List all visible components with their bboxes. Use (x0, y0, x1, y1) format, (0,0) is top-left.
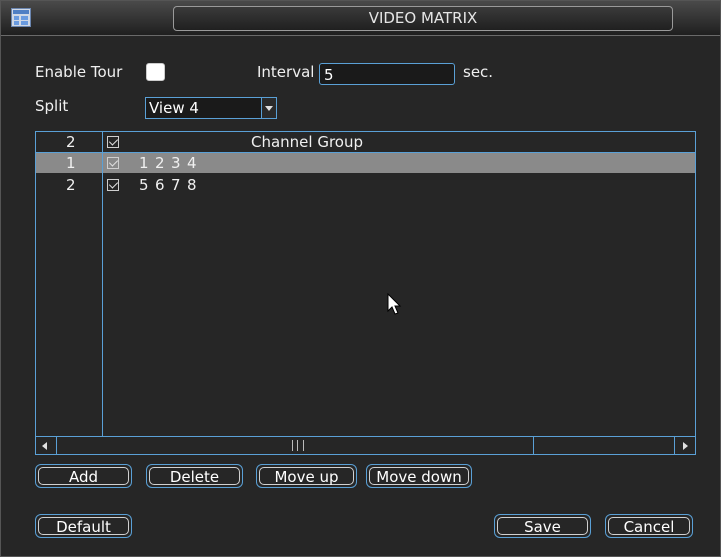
group-count: 2 (66, 133, 76, 151)
grip-icon (292, 440, 304, 451)
channel-number: 4 (187, 154, 197, 172)
channel-number: 5 (139, 176, 149, 194)
channel-group-header: Channel Group (251, 133, 364, 151)
split-select-value: View 4 (149, 99, 199, 117)
default-button[interactable]: Default (35, 514, 132, 538)
save-button-label: Save (524, 518, 561, 536)
channel-number: 6 (155, 176, 165, 194)
row-checkbox[interactable] (107, 157, 119, 169)
video-matrix-dialog: VIDEO MATRIX Enable Tour Interval 5 sec.… (0, 0, 721, 557)
channel-number: 8 (187, 176, 197, 194)
interval-input[interactable]: 5 (319, 63, 455, 85)
table-row[interactable]: 1 1234 (36, 153, 695, 173)
window-grid-icon (11, 8, 31, 27)
row-index: 1 (66, 154, 76, 172)
chevron-down-icon[interactable] (261, 98, 276, 118)
select-all-checkbox[interactable] (107, 136, 119, 148)
row-index: 2 (66, 176, 76, 194)
default-button-label: Default (56, 518, 111, 536)
scroll-left-icon[interactable] (36, 437, 57, 454)
table-header: 2 Channel Group (36, 132, 695, 153)
move-down-button[interactable]: Move down (366, 464, 472, 488)
move-up-button[interactable]: Move up (256, 464, 357, 488)
split-select[interactable]: View 4 (145, 97, 277, 119)
cancel-button[interactable]: Cancel (605, 514, 693, 538)
row-channels: 1234 (139, 153, 203, 173)
title-bar: VIDEO MATRIX (1, 1, 720, 36)
row-channels: 5678 (139, 175, 203, 195)
interval-label: Interval (257, 63, 315, 81)
channel-group-table: 2 Channel Group 1 1234 2 5678 (35, 131, 696, 455)
scroll-right-icon[interactable] (674, 437, 695, 454)
channel-number: 1 (139, 154, 149, 172)
delete-button[interactable]: Delete (146, 464, 243, 488)
channel-number: 2 (155, 154, 165, 172)
cancel-button-label: Cancel (623, 518, 675, 536)
mouse-pointer-icon (387, 293, 402, 315)
column-divider (102, 132, 103, 436)
table-row[interactable]: 2 5678 (36, 175, 695, 195)
split-label: Split (35, 97, 69, 115)
delete-button-label: Delete (169, 468, 220, 486)
scrollbar-thumb[interactable] (57, 437, 534, 454)
move-up-button-label: Move up (274, 468, 339, 486)
add-button[interactable]: Add (35, 464, 132, 488)
horizontal-scrollbar[interactable] (36, 436, 695, 454)
enable-tour-checkbox[interactable] (146, 63, 165, 81)
interval-unit-label: sec. (463, 63, 494, 81)
save-button[interactable]: Save (494, 514, 591, 538)
channel-number: 7 (171, 176, 181, 194)
channel-number: 3 (171, 154, 181, 172)
window-title: VIDEO MATRIX (173, 6, 673, 31)
move-down-button-label: Move down (376, 468, 462, 486)
row-checkbox[interactable] (107, 179, 119, 191)
enable-tour-label: Enable Tour (35, 63, 123, 81)
add-button-label: Add (68, 468, 99, 486)
